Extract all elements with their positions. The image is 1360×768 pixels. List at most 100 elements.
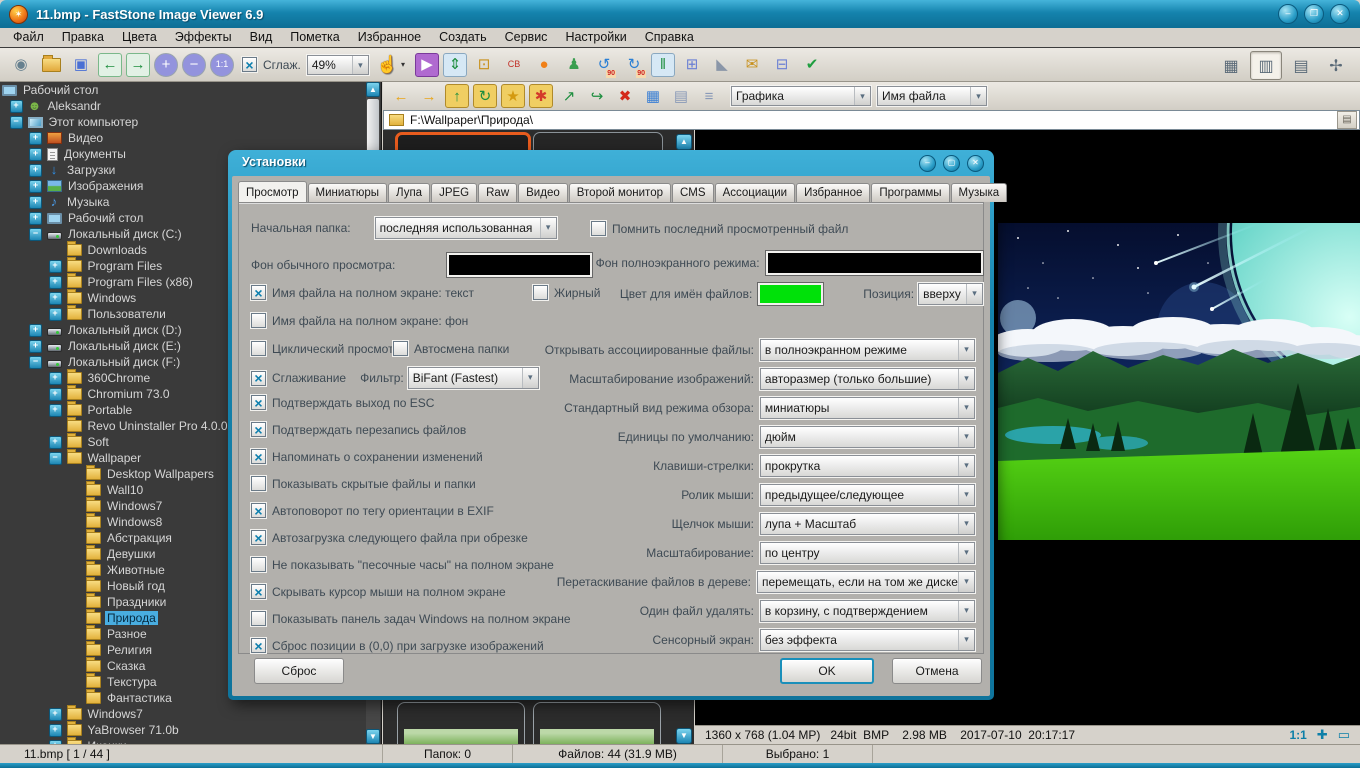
tree-expander-icon[interactable]: − — [10, 116, 23, 129]
tree-expander-icon[interactable]: + — [29, 180, 42, 193]
menu-item-0[interactable]: Файл — [4, 28, 53, 47]
back-icon[interactable]: ← — [389, 84, 413, 108]
chevron-down-icon[interactable]: ▾ — [958, 340, 974, 360]
tree-expander-icon[interactable]: − — [29, 356, 42, 369]
tree-item-39[interactable]: +Windows7 — [0, 706, 381, 722]
position-select[interactable]: вверху▾ — [918, 283, 983, 305]
tree-expander-icon[interactable]: + — [29, 148, 42, 161]
list-view-icon[interactable]: ▤ — [669, 84, 693, 108]
layout-fullscreen-button[interactable]: ✢ — [1320, 51, 1352, 80]
tab-7[interactable]: CMS — [672, 183, 714, 202]
setting-select-8[interactable]: перемещать, если на том же диске▾ — [757, 571, 975, 593]
forward-icon[interactable]: → — [417, 84, 441, 108]
tab-10[interactable]: Программы — [871, 183, 949, 202]
chevron-down-icon[interactable]: ▾ — [352, 56, 368, 74]
path-action-icon[interactable]: ▤ — [1337, 111, 1357, 129]
zoom-actual-icon[interactable]: 1:1 — [210, 53, 234, 77]
copy-to-icon[interactable]: ↪ — [585, 84, 609, 108]
scroll-down-icon[interactable]: ▼ — [366, 729, 380, 744]
menu-item-2[interactable]: Цвета — [113, 28, 166, 47]
path-bar[interactable]: F:\Wallpaper\Природа\ ▤ — [383, 110, 1360, 130]
smoothing-toolbar-checkbox[interactable]: ×Сглаж. — [242, 57, 301, 72]
details-view-icon[interactable]: ≡ — [697, 84, 721, 108]
tree-expander-icon[interactable]: + — [49, 372, 62, 385]
tree-expander-icon[interactable]: + — [49, 308, 62, 321]
tree-expander-icon[interactable]: + — [49, 404, 62, 417]
tab-11[interactable]: Музыка — [951, 183, 1008, 202]
chevron-down-icon[interactable]: ▾ — [401, 60, 405, 69]
checkbox[interactable]: × — [591, 221, 606, 236]
chevron-down-icon[interactable]: ▾ — [958, 427, 974, 447]
previous-icon[interactable]: ← — [98, 53, 122, 77]
rotate-right-icon[interactable]: ↻90 — [621, 52, 647, 78]
menu-item-1[interactable]: Правка — [53, 28, 113, 47]
reset-button[interactable]: Сброс — [254, 658, 344, 684]
email-icon[interactable]: ✉ — [739, 52, 765, 78]
dialog-minimize-button[interactable]: – — [919, 155, 936, 172]
up-folder-icon[interactable]: ↑ — [445, 84, 469, 108]
filename-color-swatch[interactable] — [758, 283, 823, 305]
tree-expander-icon[interactable]: + — [49, 436, 62, 449]
resize-image-icon[interactable]: ⇕ — [443, 53, 467, 77]
scan-icon[interactable]: ◣ — [709, 52, 735, 78]
layout-viewer-button[interactable]: ▤ — [1285, 51, 1317, 80]
tree-expander-icon[interactable]: + — [29, 132, 42, 145]
tree-item-40[interactable]: +YaBrowser 71.0b — [0, 722, 381, 738]
menu-item-3[interactable]: Эффекты — [166, 28, 241, 47]
tree-expander-icon[interactable]: + — [29, 212, 42, 225]
open-folder-icon[interactable] — [38, 52, 64, 78]
print-icon[interactable]: ⊟ — [769, 52, 795, 78]
tab-4[interactable]: Raw — [478, 183, 517, 202]
tree-expander-icon[interactable]: + — [10, 100, 23, 113]
setting-select-9[interactable]: в корзину, с подтверждением▾ — [760, 600, 975, 622]
tree-item-1[interactable]: +☻Aleksandr — [0, 98, 381, 114]
tab-6[interactable]: Второй монитор — [569, 183, 671, 202]
close-button[interactable]: ✕ — [1330, 4, 1350, 24]
tree-expander-icon[interactable]: + — [29, 196, 42, 209]
tree-expander-icon[interactable]: − — [29, 228, 42, 241]
tab-5[interactable]: Видео — [518, 183, 568, 202]
settings-check-icon[interactable]: ✔ — [799, 52, 825, 78]
fit-window-icon[interactable]: ▭ — [1338, 727, 1350, 743]
scroll-down-icon[interactable]: ▼ — [676, 728, 692, 744]
minimize-button[interactable]: – — [1278, 4, 1298, 24]
zoom-out-icon[interactable]: − — [182, 53, 206, 77]
slideshow-icon[interactable]: ▶ — [415, 53, 439, 77]
chevron-down-icon[interactable]: ▾ — [970, 87, 986, 105]
tree-item-3[interactable]: +Видео — [0, 130, 381, 146]
chevron-down-icon[interactable]: ▾ — [958, 572, 974, 592]
setting-select-6[interactable]: лупа + Масштаб▾ — [760, 513, 975, 535]
chevron-down-icon[interactable]: ▾ — [854, 87, 870, 105]
tree-expander-icon[interactable]: + — [49, 708, 62, 721]
tree-expander-icon[interactable]: + — [49, 388, 62, 401]
tab-0[interactable]: Просмотр — [238, 181, 307, 202]
setting-select-2[interactable]: миниатюры▾ — [760, 397, 975, 419]
tree-expander-icon[interactable]: + — [49, 724, 62, 737]
menu-item-9[interactable]: Настройки — [556, 28, 635, 47]
favorites-folder-icon[interactable]: ★ — [501, 84, 525, 108]
hand-tool-button[interactable]: ☝ ▾ — [377, 55, 405, 75]
sort-select[interactable]: Имя файла▾ — [877, 86, 987, 106]
tab-9[interactable]: Избранное — [796, 183, 870, 202]
scroll-up-icon[interactable]: ▲ — [366, 82, 380, 97]
dialog-close-button[interactable]: ✕ — [967, 155, 984, 172]
tab-3[interactable]: JPEG — [431, 183, 477, 202]
tree-expander-icon[interactable]: + — [29, 324, 42, 337]
tree-expander-icon[interactable]: + — [29, 164, 42, 177]
tree-item-0[interactable]: Рабочий стол — [0, 82, 381, 98]
menu-item-10[interactable]: Справка — [636, 28, 703, 47]
menu-item-7[interactable]: Создать — [430, 28, 496, 47]
tree-expander-icon[interactable]: + — [49, 276, 62, 289]
crop-icon[interactable]: ⊡ — [471, 52, 497, 78]
rotate-left-icon[interactable]: ↺90 — [591, 52, 617, 78]
chevron-down-icon[interactable]: ▾ — [958, 630, 974, 650]
tree-expander-icon[interactable]: + — [49, 260, 62, 273]
setting-select-1[interactable]: авторазмер (только большие)▾ — [760, 368, 975, 390]
cancel-button[interactable]: Отмена — [892, 658, 982, 684]
color-balance-icon[interactable]: CB — [501, 52, 527, 78]
next-icon[interactable]: → — [126, 53, 150, 77]
tab-2[interactable]: Лупа — [388, 183, 430, 202]
tree-expander-icon[interactable]: + — [49, 292, 62, 305]
delete-icon[interactable]: ✖ — [613, 84, 637, 108]
menu-item-4[interactable]: Вид — [241, 28, 282, 47]
